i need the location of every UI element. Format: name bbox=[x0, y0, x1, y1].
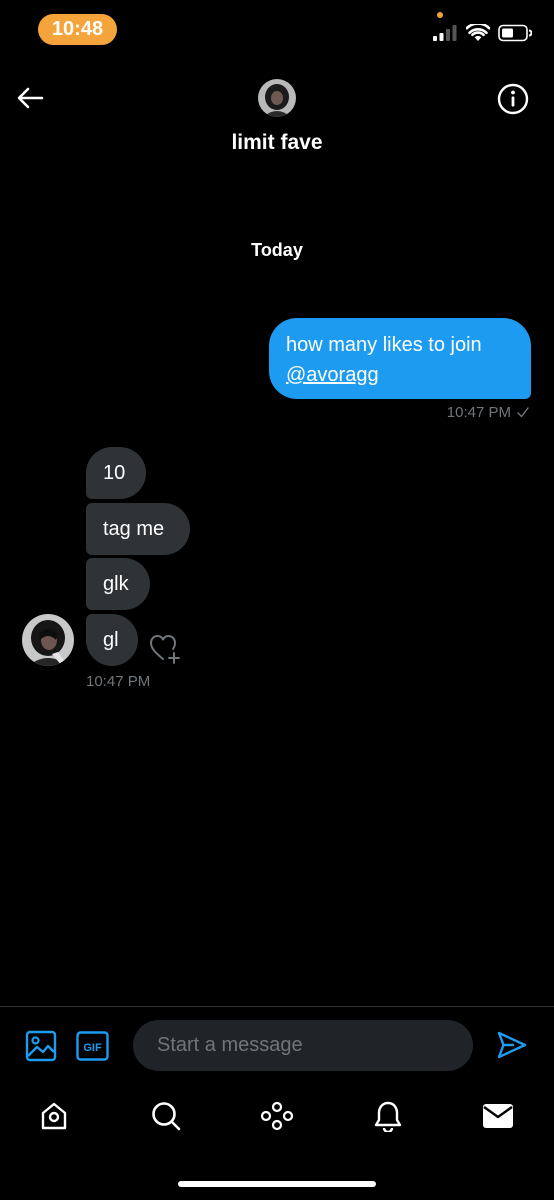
home-icon bbox=[41, 1102, 67, 1130]
status-time: 10:48 bbox=[38, 14, 117, 45]
battery-icon bbox=[498, 24, 532, 42]
incoming-message-bubble[interactable]: tag me bbox=[86, 503, 190, 555]
outgoing-message-bubble[interactable]: how many likes to join @avoragg bbox=[269, 318, 531, 399]
sender-avatar[interactable] bbox=[22, 614, 74, 666]
outgoing-message-meta: 10:47 PM bbox=[447, 404, 529, 421]
gif-label: GIF bbox=[83, 1042, 102, 1054]
messages-icon bbox=[483, 1104, 513, 1128]
tab-home[interactable] bbox=[36, 1098, 72, 1134]
composer-divider bbox=[0, 1006, 554, 1007]
conversation-name[interactable]: limit fave bbox=[0, 131, 554, 155]
incoming-message-bubble[interactable]: 10 bbox=[86, 447, 146, 499]
notifications-icon bbox=[374, 1101, 402, 1132]
wifi-icon bbox=[466, 24, 490, 41]
back-button[interactable] bbox=[14, 82, 46, 114]
status-icons bbox=[432, 22, 532, 44]
home-indicator bbox=[178, 1181, 376, 1187]
image-icon bbox=[25, 1030, 57, 1062]
spaces-icon bbox=[260, 1101, 294, 1131]
tab-spaces[interactable] bbox=[259, 1098, 295, 1134]
send-button[interactable] bbox=[496, 1030, 530, 1062]
add-reaction-heart-icon bbox=[150, 635, 180, 664]
cellular-signal-icon bbox=[433, 25, 457, 41]
tab-messages[interactable] bbox=[480, 1098, 516, 1134]
privacy-indicator-dot bbox=[437, 12, 443, 18]
add-photo-button[interactable] bbox=[25, 1030, 57, 1062]
info-icon bbox=[497, 83, 529, 115]
incoming-message-bubble[interactable]: gl bbox=[86, 614, 138, 666]
sent-check-icon bbox=[517, 407, 529, 418]
message-input[interactable] bbox=[133, 1020, 473, 1071]
mention-link[interactable]: @avoragg bbox=[286, 364, 379, 386]
incoming-message-bubble[interactable]: glk bbox=[86, 558, 150, 610]
add-gif-button[interactable]: GIF bbox=[76, 1031, 109, 1061]
tab-search[interactable] bbox=[148, 1098, 184, 1134]
header-avatar[interactable] bbox=[258, 79, 296, 117]
search-icon bbox=[152, 1102, 181, 1131]
message-timestamp: 10:47 PM bbox=[446, 404, 511, 421]
message-timestamp: 10:47 PM bbox=[86, 673, 151, 690]
send-icon bbox=[497, 1031, 527, 1059]
tab-notifications[interactable] bbox=[370, 1098, 406, 1134]
back-arrow-icon bbox=[17, 87, 44, 109]
info-button[interactable] bbox=[496, 82, 530, 116]
message-text: how many likes to join bbox=[286, 334, 482, 356]
add-reaction-button[interactable] bbox=[148, 632, 184, 666]
date-divider: Today bbox=[251, 240, 303, 260]
